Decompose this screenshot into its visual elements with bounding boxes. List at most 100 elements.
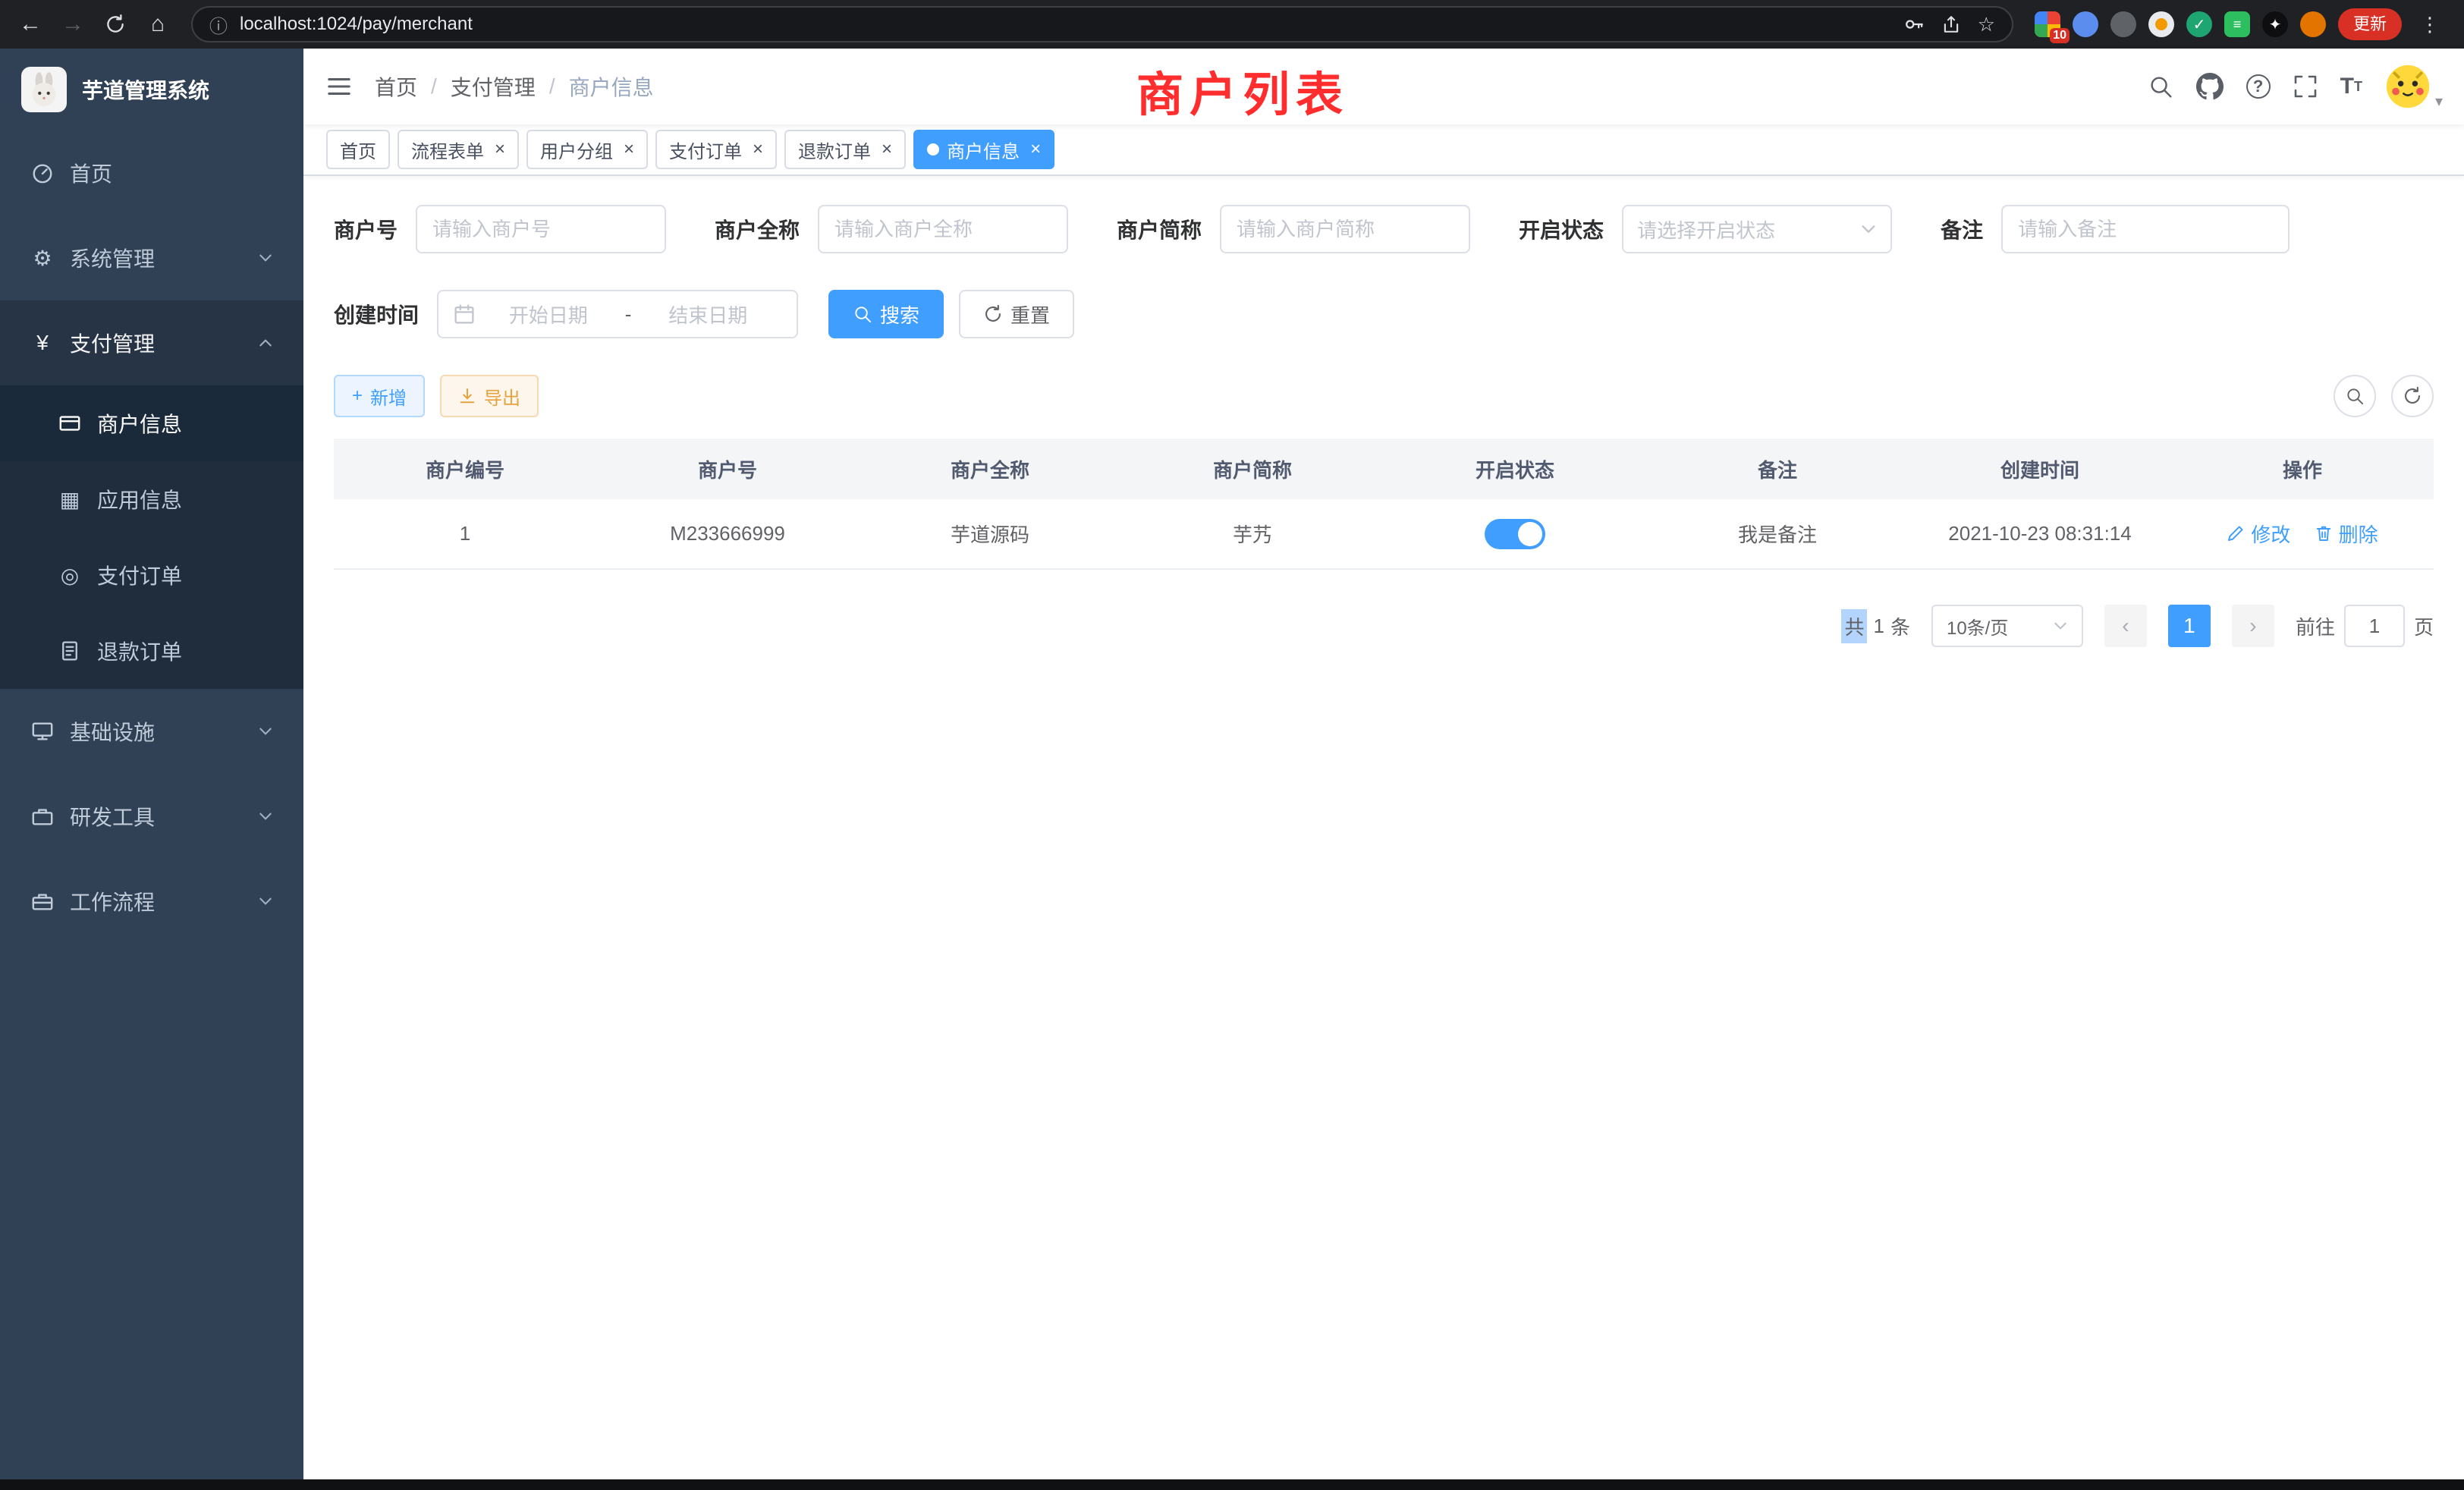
toolbox-icon (30, 805, 55, 828)
status-toggle[interactable] (1485, 519, 1545, 549)
github-icon[interactable] (2196, 73, 2224, 100)
close-icon[interactable]: × (1030, 140, 1041, 159)
fullscreen-icon[interactable] (2293, 74, 2318, 99)
status-select[interactable]: 请选择开启状态 (1622, 205, 1892, 253)
filter-label: 开启状态 (1519, 214, 1604, 244)
merchant-short-input[interactable] (1220, 205, 1470, 253)
tab-user-group[interactable]: 用户分组× (526, 130, 648, 169)
merchant-no-input[interactable] (416, 205, 666, 253)
plus-icon: + (352, 385, 363, 407)
document-icon (58, 640, 82, 662)
cell-merchant-no: M233666999 (596, 499, 859, 569)
sidebar-item-merchant-info[interactable]: 商户信息 (0, 385, 303, 461)
sidebar-item-system[interactable]: ⚙ 系统管理 (0, 215, 303, 300)
password-key-icon[interactable] (1903, 14, 1925, 35)
close-icon[interactable]: × (753, 140, 763, 159)
bookmark-star-icon[interactable]: ☆ (1978, 13, 1995, 36)
user-avatar[interactable]: ▾ (2385, 64, 2443, 109)
sidebar-item-devtools[interactable]: 研发工具 (0, 774, 303, 859)
sidebar-item-refund-order[interactable]: 退款订单 (0, 613, 303, 689)
extension-icon[interactable] (2110, 11, 2136, 37)
delete-link[interactable]: 删除 (2315, 520, 2378, 548)
close-icon[interactable]: × (495, 140, 505, 159)
date-range-picker[interactable]: 开始日期 - 结束日期 (437, 290, 798, 338)
browser-menu-icon[interactable]: ⋮ (2414, 13, 2446, 36)
sidebar-item-pay[interactable]: ¥ 支付管理 (0, 300, 303, 385)
chevron-down-icon (2053, 618, 2068, 633)
home-icon[interactable]: ⌂ (140, 6, 176, 42)
search-icon (853, 304, 872, 324)
cell-merchant-id: 1 (334, 499, 596, 569)
tab-refund-order[interactable]: 退款订单× (784, 130, 906, 169)
refresh-icon (983, 304, 1003, 324)
col-actions: 操作 (2171, 439, 2434, 499)
table-header-row: 商户编号 商户号 商户全称 商户简称 开启状态 备注 创建时间 操作 (334, 439, 2434, 499)
page-number-button[interactable]: 1 (2168, 605, 2211, 647)
main-area: 首页 / 支付管理 / 商户信息 ? (303, 49, 2464, 1479)
app-logo[interactable]: 芋道管理系统 (0, 49, 303, 130)
close-icon[interactable]: × (882, 140, 892, 159)
extension-icon[interactable]: ≡ (2224, 11, 2250, 37)
search-icon[interactable] (2148, 74, 2173, 99)
extension-icon[interactable] (2148, 11, 2174, 37)
sidebar-group-pay: ¥ 支付管理 商户信息 ▦ 应用信息 ◎ (0, 300, 303, 689)
tab-process-form[interactable]: 流程表单× (398, 130, 519, 169)
filter-label: 备注 (1941, 214, 1983, 244)
close-icon[interactable]: × (624, 140, 634, 159)
top-navbar: 首页 / 支付管理 / 商户信息 ? (303, 49, 2464, 124)
sidebar-item-workflow[interactable]: 工作流程 (0, 859, 303, 944)
refresh-table-button[interactable] (2391, 375, 2434, 417)
back-icon[interactable]: ← (12, 6, 49, 42)
search-button[interactable]: 搜索 (828, 290, 944, 338)
filter-status: 开启状态 请选择开启状态 (1519, 205, 1892, 253)
extension-icon[interactable]: ✓ (2186, 11, 2212, 37)
filter-merchant-no: 商户号 (334, 205, 666, 253)
merchant-name-input[interactable] (818, 205, 1068, 253)
cell-merchant-name: 芋道源码 (859, 499, 1121, 569)
tab-home[interactable]: 首页 (326, 130, 390, 169)
site-info-icon[interactable]: ⓘ (209, 11, 228, 38)
address-bar[interactable]: ⓘ localhost:1024/pay/merchant ☆ (191, 6, 2013, 42)
goto-page-input[interactable] (2344, 605, 2405, 647)
table-row: 1 M233666999 芋道源码 芋艿 我是备注 2021-10-23 08:… (334, 499, 2434, 569)
share-icon[interactable] (1941, 14, 1961, 34)
forward-icon[interactable]: → (55, 6, 91, 42)
cell-remark: 我是备注 (1646, 499, 1909, 569)
cell-actions: 修改 删除 (2171, 499, 2434, 569)
breadcrumb-home[interactable]: 首页 (375, 71, 417, 102)
extension-icon[interactable]: ✦ (2262, 11, 2288, 37)
sidebar-item-infra[interactable]: 基础设施 (0, 689, 303, 774)
reset-button[interactable]: 重置 (959, 290, 1074, 338)
filter-row-2: 创建时间 开始日期 - 结束日期 搜索 重置 (334, 290, 2434, 338)
refresh-icon (2403, 386, 2422, 406)
browser-profile-avatar[interactable] (2300, 11, 2326, 37)
trash-icon (2315, 524, 2333, 542)
remark-input[interactable] (2001, 205, 2290, 253)
extension-grid-icon[interactable]: 10 (2035, 11, 2060, 37)
next-page-button[interactable]: › (2232, 605, 2274, 647)
export-button[interactable]: 导出 (440, 375, 539, 417)
sidebar-item-app-info[interactable]: ▦ 应用信息 (0, 461, 303, 537)
breadcrumb-pay[interactable]: 支付管理 (451, 71, 536, 102)
filter-remark: 备注 (1941, 205, 2290, 253)
font-size-icon[interactable]: TT (2340, 74, 2362, 99)
edit-link[interactable]: 修改 (2227, 520, 2290, 548)
sidebar-fold-icon[interactable] (303, 49, 375, 124)
add-button[interactable]: + 新增 (334, 375, 425, 417)
prev-page-button[interactable]: ‹ (2104, 605, 2147, 647)
search-icon (2345, 386, 2365, 406)
chrome-update-button[interactable]: 更新 (2338, 8, 2402, 40)
sidebar-item-home[interactable]: 首页 (0, 130, 303, 215)
col-status: 开启状态 (1384, 439, 1646, 499)
chevron-down-icon (258, 724, 273, 739)
active-dot (927, 143, 939, 156)
extension-icon[interactable] (2073, 11, 2098, 37)
sidebar-item-pay-order[interactable]: ◎ 支付订单 (0, 537, 303, 613)
toggle-search-button[interactable] (2334, 375, 2376, 417)
app-title: 芋道管理系统 (82, 74, 209, 105)
tab-merchant-info[interactable]: 商户信息× (913, 130, 1054, 169)
page-size-select[interactable]: 10条/页 (1931, 605, 2083, 647)
reload-icon[interactable] (97, 6, 134, 42)
tab-pay-order[interactable]: 支付订单× (655, 130, 777, 169)
help-icon[interactable]: ? (2246, 74, 2271, 99)
